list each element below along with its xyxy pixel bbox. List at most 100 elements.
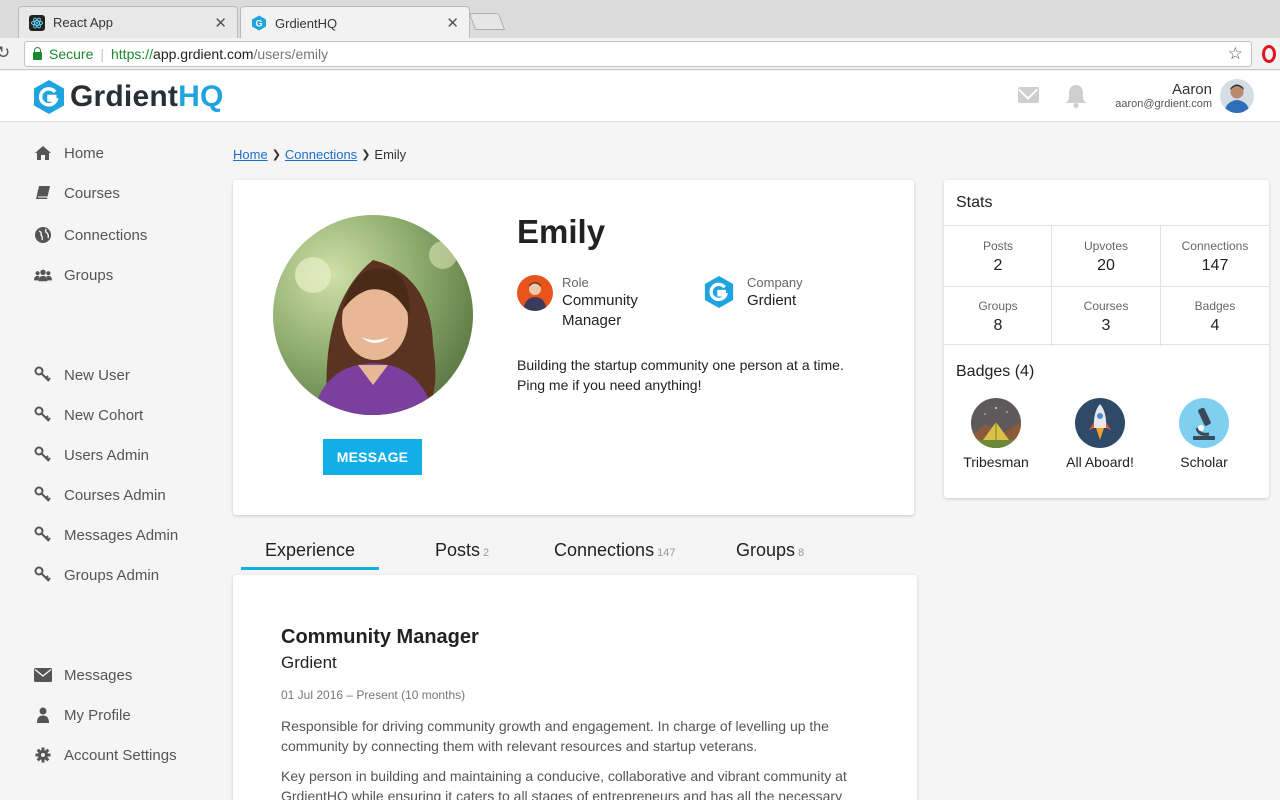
tab-count: 8 (798, 547, 805, 559)
tab-label: Posts (435, 540, 481, 560)
sidebar-item-my-profile[interactable]: My Profile (34, 703, 131, 727)
close-icon[interactable]: ✕ (214, 14, 227, 32)
badge-tribesman[interactable]: Tribesman (944, 398, 1048, 470)
stat-groups: Groups 8 (944, 286, 1052, 346)
tab-posts[interactable]: Posts 2 (435, 540, 489, 570)
opera-icon[interactable] (1262, 45, 1276, 63)
sidebar-item-label: My Profile (64, 706, 131, 724)
stat-value: 20 (1097, 257, 1115, 274)
sidebar-item-label: Messages (64, 666, 133, 684)
home-icon (34, 144, 52, 162)
url-input[interactable]: Secure | https://app.grdient.com/users/e… (24, 41, 1252, 67)
envelope-icon[interactable] (1018, 87, 1039, 103)
stat-connections: Connections 147 (1161, 226, 1269, 286)
stat-label: Connections (1181, 239, 1249, 253)
sidebar-item-account-settings[interactable]: Account Settings (34, 743, 177, 767)
experience-card: Community Manager Grdient 01 Jul 2016 – … (233, 575, 917, 800)
stats-grid: Posts 2 Upvotes 20 Connections 147 Group… (944, 225, 1269, 346)
book-icon (34, 184, 52, 202)
gear-icon (34, 746, 52, 764)
badge-scholar[interactable]: Scholar (1152, 398, 1256, 470)
tab-label: Groups (736, 540, 796, 560)
sidebar-item-connections[interactable]: Connections (34, 223, 147, 247)
user-icon (34, 706, 52, 724)
badge-all-aboard[interactable]: All Aboard! (1048, 398, 1152, 470)
browser-tab-grdienthq[interactable]: G GrdientHQ ✕ (240, 6, 470, 39)
sidebar-item-messages-admin[interactable]: Messages Admin (34, 523, 178, 547)
stat-value: 2 (993, 257, 1003, 274)
sidebar-item-label: Account Settings (64, 746, 177, 764)
address-bar: ↻ Secure | https://app.grdient.com/users… (0, 38, 1280, 70)
microscope-icon (1179, 398, 1229, 448)
sidebar-item-groups[interactable]: Groups (34, 263, 113, 287)
grdient-logo-icon (34, 80, 64, 114)
profile-photo (273, 215, 473, 415)
user-email: aaron@grdient.com (1115, 98, 1212, 110)
tab-connections[interactable]: Connections 147 (554, 540, 675, 570)
grdient-favicon-icon: G (251, 15, 267, 31)
bio-line: Building the startup community one perso… (517, 357, 844, 373)
key-icon (34, 566, 52, 584)
stat-value: 3 (1101, 317, 1111, 334)
role-avatar-icon (517, 275, 553, 311)
bookmark-star-icon[interactable]: ☆ (1228, 44, 1243, 64)
reload-icon[interactable]: ↻ (0, 43, 10, 63)
url-separator: | (100, 46, 104, 62)
sidebar-item-messages[interactable]: Messages (34, 663, 132, 687)
logo-text: GrdientHQ (70, 80, 224, 113)
globe-icon (34, 226, 52, 244)
sidebar-item-new-cohort[interactable]: New Cohort (34, 403, 143, 427)
avatar[interactable] (1220, 79, 1254, 113)
stat-label: Badges (1194, 299, 1236, 313)
user-name[interactable]: Aaron (1172, 81, 1212, 98)
sidebar-item-label: Courses Admin (64, 486, 166, 504)
stat-label: Groups (978, 299, 1018, 313)
url-scheme: https:// (111, 46, 154, 62)
logo[interactable]: GrdientHQ (32, 79, 223, 115)
profile-name: Emily (517, 213, 606, 250)
profile-bio: Building the startup community one perso… (517, 355, 877, 395)
stat-badges: Badges 4 (1161, 286, 1269, 346)
breadcrumb-home-link[interactable]: Home (233, 147, 268, 162)
sidebar-item-users-admin[interactable]: Users Admin (34, 443, 149, 467)
role-label: Role (562, 275, 589, 290)
stat-label: Posts (982, 239, 1013, 253)
users-icon (34, 266, 52, 284)
browser-tab-title: React App (53, 15, 113, 30)
stat-value: 8 (993, 317, 1003, 334)
browser-tab-react-app[interactable]: React App ✕ (18, 6, 238, 38)
sidebar-item-label: Connections (64, 226, 148, 244)
new-tab-button[interactable] (468, 13, 506, 30)
lock-icon (33, 46, 42, 60)
url-path: /users/emily (253, 46, 329, 62)
key-icon (34, 366, 52, 384)
sidebar-item-new-user[interactable]: New User (34, 363, 130, 387)
tab-experience[interactable]: Experience (241, 540, 379, 570)
url-host: app.grdient.com (153, 46, 254, 62)
close-icon[interactable]: ✕ (446, 14, 459, 32)
key-icon (34, 486, 52, 504)
stat-value: 147 (1201, 257, 1229, 274)
browser-tabstrip: React App ✕ G GrdientHQ ✕ (0, 0, 1280, 39)
stat-value: 4 (1210, 317, 1220, 334)
sidebar-item-groups-admin[interactable]: Groups Admin (34, 563, 159, 587)
stat-posts: Posts 2 (944, 226, 1052, 286)
stat-label: Upvotes (1083, 239, 1129, 253)
sidebar-item-label: Groups Admin (64, 566, 160, 584)
sidebar-item-label: New Cohort (64, 406, 144, 424)
role-value: Community Manager (562, 292, 638, 329)
envelope-icon (34, 666, 52, 684)
breadcrumb-connections-link[interactable]: Connections (285, 147, 357, 162)
tab-count: 147 (657, 547, 676, 559)
stats-title: Stats (956, 194, 993, 211)
message-button[interactable]: MESSAGE (323, 439, 422, 475)
app-header: GrdientHQ Aaron aaron@grdient.com (0, 71, 1280, 122)
sidebar-item-courses[interactable]: Courses (34, 181, 120, 205)
experience-dates: 01 Jul 2016 – Present (10 months) (281, 688, 466, 702)
experience-company: Grdient (281, 653, 337, 672)
profile-card: MESSAGE Emily Role Community Manager Com… (233, 180, 914, 515)
sidebar-item-home[interactable]: Home (34, 141, 104, 165)
bell-icon[interactable] (1065, 84, 1087, 108)
tab-groups[interactable]: Groups 8 (736, 540, 804, 570)
sidebar-item-courses-admin[interactable]: Courses Admin (34, 483, 166, 507)
